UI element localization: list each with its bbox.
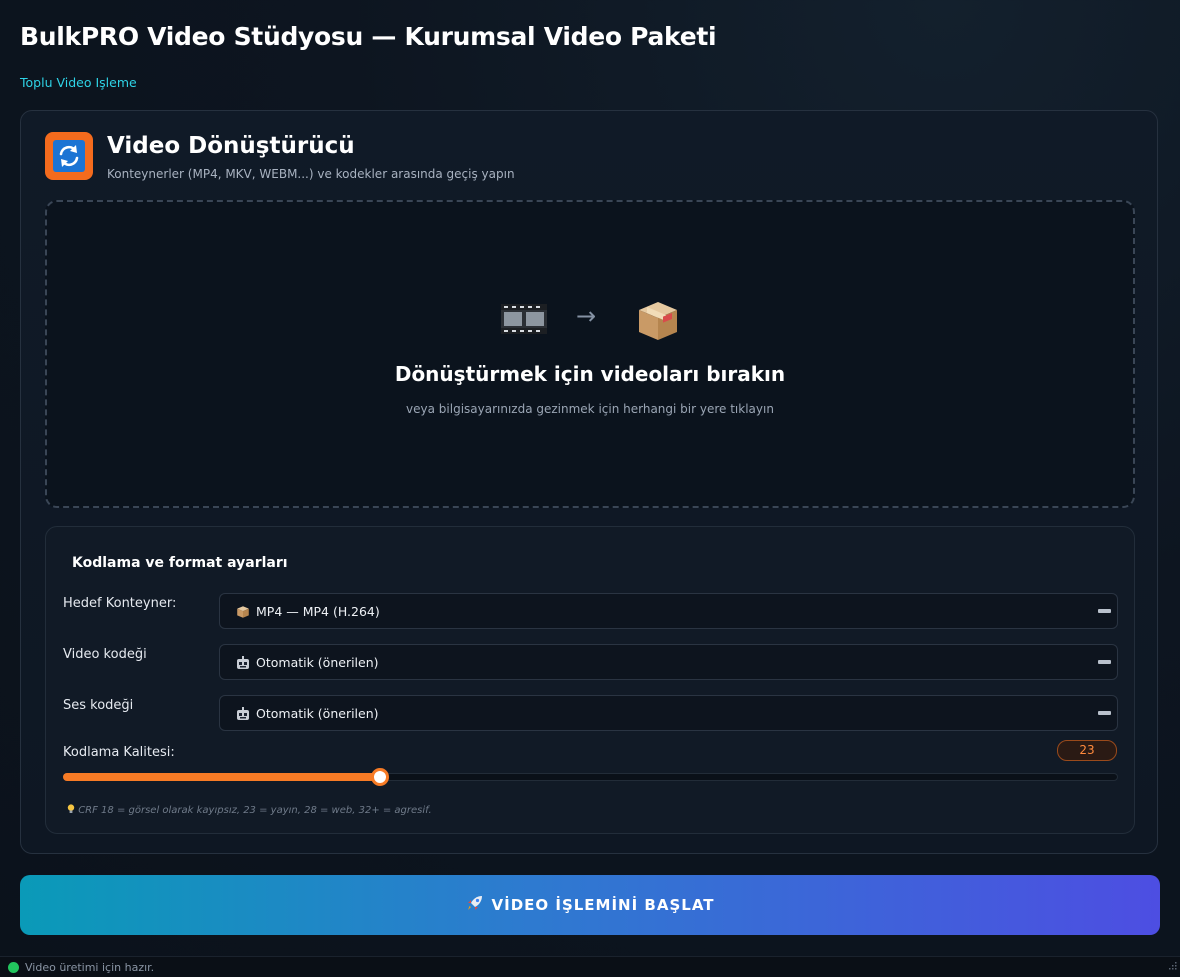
robot-icon xyxy=(236,655,250,674)
video-codec-select[interactable]: Otomatik (önerilen) xyxy=(219,644,1118,680)
container-value: MP4 — MP4 (H.264) xyxy=(256,604,380,619)
resize-grip-icon[interactable] xyxy=(1167,955,1177,974)
status-bar: Video üretimi için hazır. xyxy=(0,956,1180,977)
dropdown-handle-icon xyxy=(1098,711,1111,715)
tool-description: Konteynerler (MP4, MKV, WEBM...) ve kode… xyxy=(107,167,515,181)
quality-label: Kodlama Kalitesi: xyxy=(63,745,175,760)
audio-codec-label: Ses kodeği xyxy=(63,698,134,713)
dropzone-hint: veya bilgisayarınızda gezinmek için herh… xyxy=(406,402,774,416)
status-indicator-dot xyxy=(8,962,19,973)
package-box-icon xyxy=(635,298,681,348)
converter-card: Video Dönüştürücü Konteynerler (MP4, MKV… xyxy=(20,110,1158,854)
audio-codec-select[interactable]: Otomatik (önerilen) xyxy=(219,695,1118,731)
status-text: Video üretimi için hazır. xyxy=(25,961,155,974)
rocket-icon xyxy=(466,894,484,916)
package-box-icon xyxy=(236,604,250,623)
robot-icon xyxy=(236,706,250,725)
arrow-right-icon: → xyxy=(576,302,597,330)
tool-title: Video Dönüştürücü xyxy=(107,133,355,159)
quality-slider-thumb[interactable] xyxy=(370,768,389,786)
start-processing-button[interactable]: VİDEO İŞLEMİNİ BAŞLAT xyxy=(20,875,1160,935)
quality-slider-fill xyxy=(63,773,380,781)
dropdown-handle-icon xyxy=(1098,660,1111,664)
film-strip-icon xyxy=(501,300,547,342)
quality-value-badge: 23 xyxy=(1057,740,1117,761)
page-subtitle: Toplu Video Işleme xyxy=(20,75,137,90)
container-label: Hedef Konteyner: xyxy=(63,596,177,611)
video-dropzone[interactable]: → Dönüştürmek için videoları bırakın vey… xyxy=(45,200,1135,508)
start-button-label: VİDEO İŞLEMİNİ BAŞLAT xyxy=(491,896,715,914)
container-select[interactable]: MP4 — MP4 (H.264) xyxy=(219,593,1118,629)
encoding-settings-panel: Kodlama ve format ayarları Hedef Konteyn… xyxy=(45,526,1135,834)
lightbulb-icon xyxy=(67,804,78,816)
audio-codec-value: Otomatik (önerilen) xyxy=(256,706,379,721)
convert-arrows-icon xyxy=(45,132,93,180)
video-codec-value: Otomatik (önerilen) xyxy=(256,655,379,670)
page-title: BulkPRO Video Stüdyosu — Kurumsal Video … xyxy=(20,22,717,51)
crf-hint: CRF 18 = görsel olarak kayıpsız, 23 = ya… xyxy=(67,804,432,816)
video-codec-label: Video kodeği xyxy=(63,647,147,662)
dropdown-handle-icon xyxy=(1098,609,1111,613)
settings-title: Kodlama ve format ayarları xyxy=(72,555,288,571)
crf-hint-text: CRF 18 = görsel olarak kayıpsız, 23 = ya… xyxy=(78,805,432,816)
dropzone-title: Dönüştürmek için videoları bırakın xyxy=(394,362,786,386)
